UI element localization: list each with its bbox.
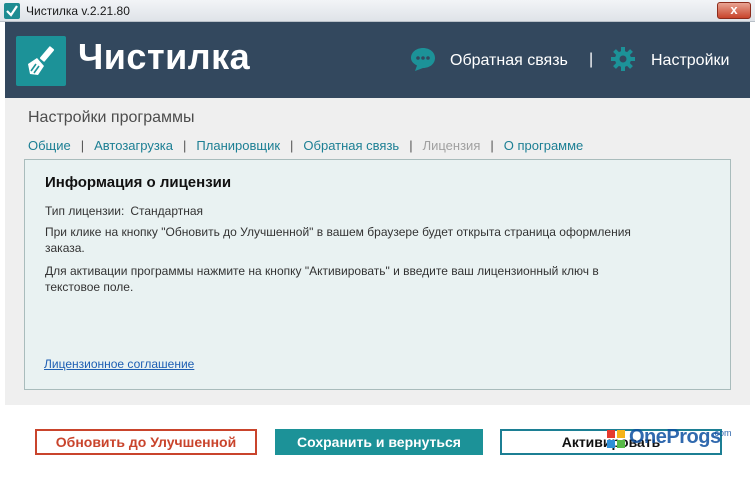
tab-separator: |: [80, 138, 85, 153]
app-header: Чистилка Обратная связь | Настройки: [5, 22, 750, 98]
tab-separator: |: [490, 138, 494, 153]
window-titlebar: Чистилка v.2.21.80 x: [0, 0, 755, 22]
close-icon: x: [730, 2, 738, 17]
license-type-row: Тип лицензии: Стандартная: [45, 204, 203, 218]
window-close-button[interactable]: x: [717, 2, 751, 19]
tab-general[interactable]: Общие: [28, 138, 71, 153]
tab-separator: |: [183, 138, 187, 153]
gear-icon[interactable]: [609, 45, 637, 73]
settings-tabs: Общие | Автозагрузка | Планировщик | Обратная …: [28, 138, 583, 153]
app-window-icon: [4, 3, 20, 19]
page-title: Настройки программы: [28, 109, 195, 126]
broom-logo-icon: [16, 36, 66, 86]
watermark-logo-icon: [607, 430, 625, 448]
tab-separator: |: [290, 138, 294, 153]
tab-about[interactable]: О программе: [504, 138, 584, 153]
settings-area: Настройки программы Общие | Автозагрузка | П…: [5, 98, 750, 405]
activate-info-text: Для активации программы нажмите на кнопк…: [45, 264, 599, 294]
window-title: Чистилка v.2.21.80: [26, 4, 130, 18]
license-type-label: Тип лицензии:: [45, 204, 125, 218]
tab-separator: |: [409, 138, 413, 153]
license-heading: Информация о лицензии: [45, 174, 232, 191]
tab-license[interactable]: Лицензия: [423, 138, 481, 153]
license-agreement-link[interactable]: Лицензионное соглашение: [44, 357, 194, 371]
header-settings-link[interactable]: Настройки: [651, 52, 729, 70]
license-panel: Информация о лицензии Тип лицензии: Станд…: [24, 159, 731, 390]
save-and-return-button[interactable]: Сохранить и вернуться: [275, 429, 483, 455]
upgrade-button[interactable]: Обновить до Улучшенной: [35, 429, 257, 455]
license-type-value: Стандартная: [130, 204, 204, 218]
tab-autostart[interactable]: Автозагрузка: [94, 138, 173, 153]
header-feedback-link[interactable]: Обратная связь: [450, 52, 568, 70]
app-logo-text: Чистилка: [78, 36, 251, 77]
chat-bubble-icon[interactable]: [409, 46, 437, 72]
watermark-text: OneProgs: [629, 426, 721, 448]
upgrade-info-text: При клике на кнопку "Обновить до Улучшен…: [45, 225, 631, 255]
tab-feedback[interactable]: Обратная связь: [303, 138, 399, 153]
tab-scheduler[interactable]: Планировщик: [196, 138, 280, 153]
watermark-suffix: .com: [712, 428, 732, 438]
header-separator: |: [589, 51, 594, 68]
